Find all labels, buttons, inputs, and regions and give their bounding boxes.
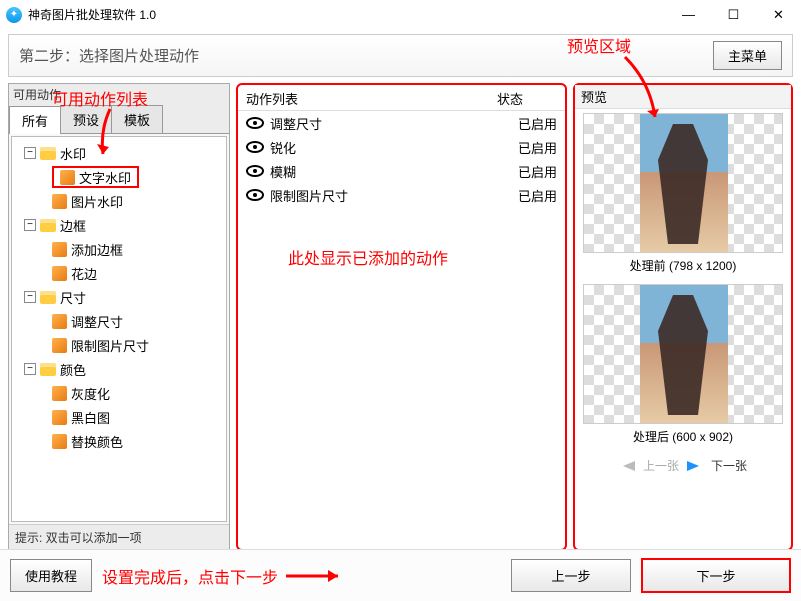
preview-after-thumb xyxy=(583,284,783,424)
main-menu-button[interactable]: 主菜单 xyxy=(713,41,782,70)
next-arrow-icon xyxy=(687,461,703,471)
folder-icon xyxy=(40,147,56,160)
action-row[interactable]: 模糊已启用 xyxy=(238,159,565,183)
action-icon xyxy=(52,434,67,449)
tree-item-text-watermark[interactable]: 文字水印 xyxy=(12,165,226,189)
action-list-panel: 动作列表 状态 调整尺寸已启用 锐化已启用 模糊已启用 限制图片尺寸已启用 此处… xyxy=(236,83,567,551)
minimize-button[interactable]: — xyxy=(666,0,711,30)
folder-icon xyxy=(40,219,56,232)
title-bar: ✦ 神奇图片批处理软件 1.0 — ☐ ✕ xyxy=(0,0,801,30)
action-tree[interactable]: −水印 文字水印 图片水印 −边框 添加边框 花边 −尺寸 调整尺寸 限制图片尺… xyxy=(11,136,227,522)
tree-item-grayscale[interactable]: 灰度化 xyxy=(12,381,226,405)
action-icon xyxy=(52,266,67,281)
step-label: 第二步：选择图片处理动作 xyxy=(19,45,199,66)
annotation-added-actions: 此处显示已添加的动作 xyxy=(288,245,448,269)
eye-icon[interactable] xyxy=(246,141,264,153)
action-icon xyxy=(52,314,67,329)
col-action-name: 动作列表 xyxy=(246,89,497,108)
collapse-icon[interactable]: − xyxy=(24,219,36,231)
action-icon xyxy=(60,170,75,185)
preview-prev[interactable]: 上一张 xyxy=(643,457,679,474)
folder-icon xyxy=(40,291,56,304)
eye-icon[interactable] xyxy=(246,117,264,129)
tree-item-limit-size[interactable]: 限制图片尺寸 xyxy=(12,333,226,357)
collapse-icon[interactable]: − xyxy=(24,363,36,375)
tree-folder-size[interactable]: −尺寸 xyxy=(12,285,226,309)
preview-panel: 预览 处理前 (798 x 1200) 处理后 (600 x 902) 上一张 … xyxy=(573,83,793,551)
next-step-button[interactable]: 下一步 xyxy=(641,558,791,593)
tree-item-replace-color[interactable]: 替换颜色 xyxy=(12,429,226,453)
preview-before-caption: 处理前 (798 x 1200) xyxy=(575,255,791,280)
col-status: 状态 xyxy=(497,89,557,108)
tree-item-resize[interactable]: 调整尺寸 xyxy=(12,309,226,333)
tree-item-add-border[interactable]: 添加边框 xyxy=(12,237,226,261)
step-row: 第二步：选择图片处理动作 主菜单 xyxy=(8,34,793,77)
action-row[interactable]: 锐化已启用 xyxy=(238,135,565,159)
tree-folder-watermark[interactable]: −水印 xyxy=(12,141,226,165)
footer: 使用教程 设置完成后，点击下一步 上一步 下一步 xyxy=(0,549,801,601)
tree-hint: 提示: 双击可以添加一项 xyxy=(9,524,229,550)
tree-item-image-watermark[interactable]: 图片水印 xyxy=(12,189,226,213)
tree-item-lace[interactable]: 花边 xyxy=(12,261,226,285)
tree-folder-color[interactable]: −颜色 xyxy=(12,357,226,381)
tab-all[interactable]: 所有 xyxy=(9,106,61,134)
action-row[interactable]: 调整尺寸已启用 xyxy=(238,111,565,135)
available-actions-panel: 可用动作 所有 预设 模板 −水印 文字水印 图片水印 −边框 添加边框 花边 … xyxy=(8,83,230,551)
available-tabs: 所有 预设 模板 xyxy=(9,105,229,134)
window-title: 神奇图片批处理软件 1.0 xyxy=(28,6,156,23)
preview-after-caption: 处理后 (600 x 902) xyxy=(575,426,791,451)
app-icon: ✦ xyxy=(6,7,22,23)
folder-icon xyxy=(40,363,56,376)
tree-item-bw[interactable]: 黑白图 xyxy=(12,405,226,429)
action-icon xyxy=(52,194,67,209)
action-icon xyxy=(52,410,67,425)
tab-template[interactable]: 模板 xyxy=(111,105,163,133)
action-icon xyxy=(52,242,67,257)
action-icon xyxy=(52,386,67,401)
close-button[interactable]: ✕ xyxy=(756,0,801,30)
preview-header: 预览 xyxy=(575,85,791,109)
maximize-button[interactable]: ☐ xyxy=(711,0,756,30)
available-group-label: 可用动作 xyxy=(9,84,229,105)
action-icon xyxy=(52,338,67,353)
annotation-next-hint: 设置完成后，点击下一步 xyxy=(102,564,278,588)
preview-next[interactable]: 下一张 xyxy=(711,457,747,474)
tree-folder-border[interactable]: −边框 xyxy=(12,213,226,237)
eye-icon[interactable] xyxy=(246,165,264,177)
action-row[interactable]: 限制图片尺寸已启用 xyxy=(238,183,565,207)
eye-icon[interactable] xyxy=(246,189,264,201)
prev-arrow-icon xyxy=(619,461,635,471)
collapse-icon[interactable]: − xyxy=(24,291,36,303)
tutorial-button[interactable]: 使用教程 xyxy=(10,559,92,592)
prev-step-button[interactable]: 上一步 xyxy=(511,559,631,592)
preview-before-thumb xyxy=(583,113,783,253)
collapse-icon[interactable]: − xyxy=(24,147,36,159)
tab-preset[interactable]: 预设 xyxy=(60,105,112,133)
